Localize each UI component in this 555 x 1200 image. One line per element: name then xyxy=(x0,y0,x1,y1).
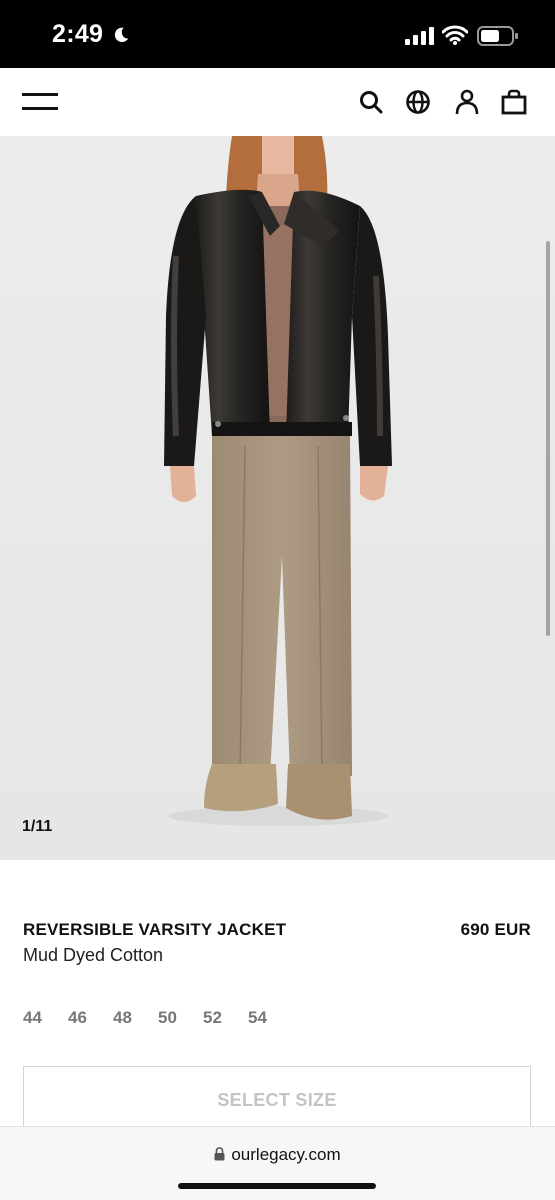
product-material: Mud Dyed Cotton xyxy=(23,945,164,965)
battery-icon xyxy=(477,26,518,46)
size-option-46[interactable]: 46 xyxy=(68,1008,113,1028)
search-icon[interactable] xyxy=(357,88,385,116)
menu-icon[interactable] xyxy=(22,90,58,112)
select-size-button[interactable]: SELECT SIZE xyxy=(23,1066,531,1134)
size-option-44[interactable]: 44 xyxy=(23,1008,68,1028)
size-option-54[interactable]: 54 xyxy=(248,1008,293,1028)
lock-icon xyxy=(214,1147,225,1161)
status-bar: 2:49 xyxy=(0,0,555,68)
home-indicator[interactable] xyxy=(178,1183,376,1189)
product-name: REVERSIBLE VARSITY JACKET xyxy=(23,920,287,939)
product-price: 690 EUR xyxy=(460,920,531,939)
globe-icon[interactable] xyxy=(404,88,432,116)
wifi-icon xyxy=(442,25,468,45)
signal-icon xyxy=(405,27,434,45)
moon-icon xyxy=(114,27,129,43)
size-option-48[interactable]: 48 xyxy=(113,1008,158,1028)
size-selector: 44 46 48 50 52 54 xyxy=(23,1008,293,1028)
scroll-indicator xyxy=(546,241,550,636)
product-image[interactable] xyxy=(0,136,555,860)
model-photo xyxy=(0,136,555,860)
url-field[interactable]: ourlegacy.com xyxy=(0,1145,555,1165)
browser-address-bar: ourlegacy.com xyxy=(0,1126,555,1200)
account-icon[interactable] xyxy=(453,88,481,116)
site-header xyxy=(0,68,555,136)
image-counter: 1/11 xyxy=(22,818,53,835)
size-option-52[interactable]: 52 xyxy=(203,1008,248,1028)
status-time: 2:49 xyxy=(52,20,104,48)
url-text: ourlegacy.com xyxy=(231,1145,341,1164)
size-option-50[interactable]: 50 xyxy=(158,1008,203,1028)
bag-icon[interactable] xyxy=(500,88,528,116)
